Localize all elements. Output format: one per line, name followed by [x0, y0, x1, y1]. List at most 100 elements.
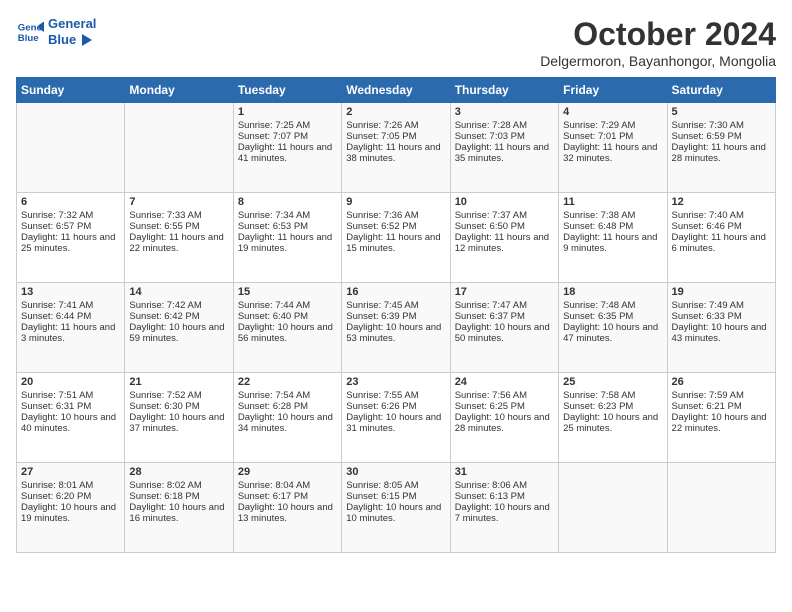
- weekday-header-wednesday: Wednesday: [342, 78, 450, 103]
- calendar-cell: 16Sunrise: 7:45 AMSunset: 6:39 PMDayligh…: [342, 283, 450, 373]
- day-number: 8: [238, 196, 337, 208]
- day-info: Sunset: 6:33 PM: [672, 311, 771, 322]
- day-info: Sunset: 6:44 PM: [21, 311, 120, 322]
- day-number: 10: [455, 196, 554, 208]
- day-info: Sunset: 6:55 PM: [129, 221, 228, 232]
- day-info: Daylight: 10 hours and 53 minutes.: [346, 322, 445, 344]
- logo-icon: General Blue: [16, 18, 44, 46]
- day-info: Daylight: 10 hours and 31 minutes.: [346, 412, 445, 434]
- day-info: Sunrise: 7:56 AM: [455, 390, 554, 401]
- calendar-cell: [125, 103, 233, 193]
- day-info: Sunset: 6:35 PM: [563, 311, 662, 322]
- day-info: Daylight: 11 hours and 35 minutes.: [455, 142, 554, 164]
- calendar-table: SundayMondayTuesdayWednesdayThursdayFrid…: [16, 77, 776, 553]
- month-title: October 2024: [540, 16, 776, 53]
- day-info: Daylight: 11 hours and 25 minutes.: [21, 232, 120, 254]
- calendar-cell: 19Sunrise: 7:49 AMSunset: 6:33 PMDayligh…: [667, 283, 775, 373]
- calendar-cell: 3Sunrise: 7:28 AMSunset: 7:03 PMDaylight…: [450, 103, 558, 193]
- svg-text:Blue: Blue: [18, 32, 39, 43]
- day-number: 3: [455, 106, 554, 118]
- calendar-cell: 4Sunrise: 7:29 AMSunset: 7:01 PMDaylight…: [559, 103, 667, 193]
- day-info: Sunset: 6:15 PM: [346, 491, 445, 502]
- calendar-cell: 21Sunrise: 7:52 AMSunset: 6:30 PMDayligh…: [125, 373, 233, 463]
- day-info: Sunrise: 7:58 AM: [563, 390, 662, 401]
- day-number: 2: [346, 106, 445, 118]
- day-info: Sunset: 6:30 PM: [129, 401, 228, 412]
- day-number: 16: [346, 286, 445, 298]
- day-info: Sunrise: 7:36 AM: [346, 210, 445, 221]
- day-info: Daylight: 11 hours and 12 minutes.: [455, 232, 554, 254]
- calendar-cell: 26Sunrise: 7:59 AMSunset: 6:21 PMDayligh…: [667, 373, 775, 463]
- day-info: Daylight: 10 hours and 13 minutes.: [238, 502, 337, 524]
- weekday-header-friday: Friday: [559, 78, 667, 103]
- calendar-cell: 30Sunrise: 8:05 AMSunset: 6:15 PMDayligh…: [342, 463, 450, 553]
- day-number: 24: [455, 376, 554, 388]
- day-info: Daylight: 10 hours and 43 minutes.: [672, 322, 771, 344]
- calendar-cell: [559, 463, 667, 553]
- calendar-week-2: 6Sunrise: 7:32 AMSunset: 6:57 PMDaylight…: [17, 193, 776, 283]
- day-info: Daylight: 11 hours and 38 minutes.: [346, 142, 445, 164]
- logo-text-line1: General: [48, 16, 96, 32]
- calendar-cell: 14Sunrise: 7:42 AMSunset: 6:42 PMDayligh…: [125, 283, 233, 373]
- calendar-week-1: 1Sunrise: 7:25 AMSunset: 7:07 PMDaylight…: [17, 103, 776, 193]
- day-info: Daylight: 10 hours and 25 minutes.: [563, 412, 662, 434]
- day-info: Sunset: 6:31 PM: [21, 401, 120, 412]
- day-info: Daylight: 11 hours and 15 minutes.: [346, 232, 445, 254]
- day-info: Sunrise: 7:33 AM: [129, 210, 228, 221]
- day-info: Sunset: 6:25 PM: [455, 401, 554, 412]
- calendar-cell: 1Sunrise: 7:25 AMSunset: 7:07 PMDaylight…: [233, 103, 341, 193]
- day-info: Sunset: 6:48 PM: [563, 221, 662, 232]
- day-info: Daylight: 10 hours and 40 minutes.: [21, 412, 120, 434]
- calendar-cell: 2Sunrise: 7:26 AMSunset: 7:05 PMDaylight…: [342, 103, 450, 193]
- day-info: Sunrise: 7:41 AM: [21, 300, 120, 311]
- calendar-cell: 24Sunrise: 7:56 AMSunset: 6:25 PMDayligh…: [450, 373, 558, 463]
- day-number: 25: [563, 376, 662, 388]
- weekday-header-thursday: Thursday: [450, 78, 558, 103]
- day-info: Sunrise: 7:59 AM: [672, 390, 771, 401]
- day-info: Sunrise: 7:54 AM: [238, 390, 337, 401]
- location: Delgermoron, Bayanhongor, Mongolia: [540, 53, 776, 69]
- day-info: Sunrise: 7:52 AM: [129, 390, 228, 401]
- day-info: Daylight: 11 hours and 28 minutes.: [672, 142, 771, 164]
- day-number: 20: [21, 376, 120, 388]
- day-info: Sunrise: 8:05 AM: [346, 480, 445, 491]
- day-info: Daylight: 11 hours and 41 minutes.: [238, 142, 337, 164]
- day-info: Sunrise: 8:02 AM: [129, 480, 228, 491]
- day-number: 12: [672, 196, 771, 208]
- day-info: Sunset: 6:42 PM: [129, 311, 228, 322]
- day-info: Sunset: 6:50 PM: [455, 221, 554, 232]
- day-info: Daylight: 10 hours and 16 minutes.: [129, 502, 228, 524]
- calendar-cell: 29Sunrise: 8:04 AMSunset: 6:17 PMDayligh…: [233, 463, 341, 553]
- day-number: 4: [563, 106, 662, 118]
- day-number: 5: [672, 106, 771, 118]
- day-info: Daylight: 10 hours and 50 minutes.: [455, 322, 554, 344]
- weekday-header-saturday: Saturday: [667, 78, 775, 103]
- calendar-cell: 25Sunrise: 7:58 AMSunset: 6:23 PMDayligh…: [559, 373, 667, 463]
- weekday-header-tuesday: Tuesday: [233, 78, 341, 103]
- day-info: Daylight: 11 hours and 9 minutes.: [563, 232, 662, 254]
- day-number: 18: [563, 286, 662, 298]
- day-number: 28: [129, 466, 228, 478]
- day-info: Daylight: 11 hours and 32 minutes.: [563, 142, 662, 164]
- day-info: Daylight: 10 hours and 56 minutes.: [238, 322, 337, 344]
- day-info: Sunrise: 7:32 AM: [21, 210, 120, 221]
- day-info: Sunrise: 7:55 AM: [346, 390, 445, 401]
- logo: General Blue General Blue: [16, 16, 96, 47]
- calendar-cell: [17, 103, 125, 193]
- day-info: Sunrise: 7:29 AM: [563, 120, 662, 131]
- calendar-cell: 6Sunrise: 7:32 AMSunset: 6:57 PMDaylight…: [17, 193, 125, 283]
- calendar-cell: 7Sunrise: 7:33 AMSunset: 6:55 PMDaylight…: [125, 193, 233, 283]
- day-info: Sunset: 6:21 PM: [672, 401, 771, 412]
- calendar-week-5: 27Sunrise: 8:01 AMSunset: 6:20 PMDayligh…: [17, 463, 776, 553]
- title-block: October 2024 Delgermoron, Bayanhongor, M…: [540, 16, 776, 69]
- day-info: Daylight: 11 hours and 3 minutes.: [21, 322, 120, 344]
- day-info: Sunrise: 7:49 AM: [672, 300, 771, 311]
- calendar-cell: 17Sunrise: 7:47 AMSunset: 6:37 PMDayligh…: [450, 283, 558, 373]
- day-info: Sunrise: 7:47 AM: [455, 300, 554, 311]
- day-number: 13: [21, 286, 120, 298]
- day-info: Sunset: 6:53 PM: [238, 221, 337, 232]
- day-info: Sunrise: 7:34 AM: [238, 210, 337, 221]
- day-number: 27: [21, 466, 120, 478]
- day-info: Sunset: 6:18 PM: [129, 491, 228, 502]
- day-info: Sunset: 7:03 PM: [455, 131, 554, 142]
